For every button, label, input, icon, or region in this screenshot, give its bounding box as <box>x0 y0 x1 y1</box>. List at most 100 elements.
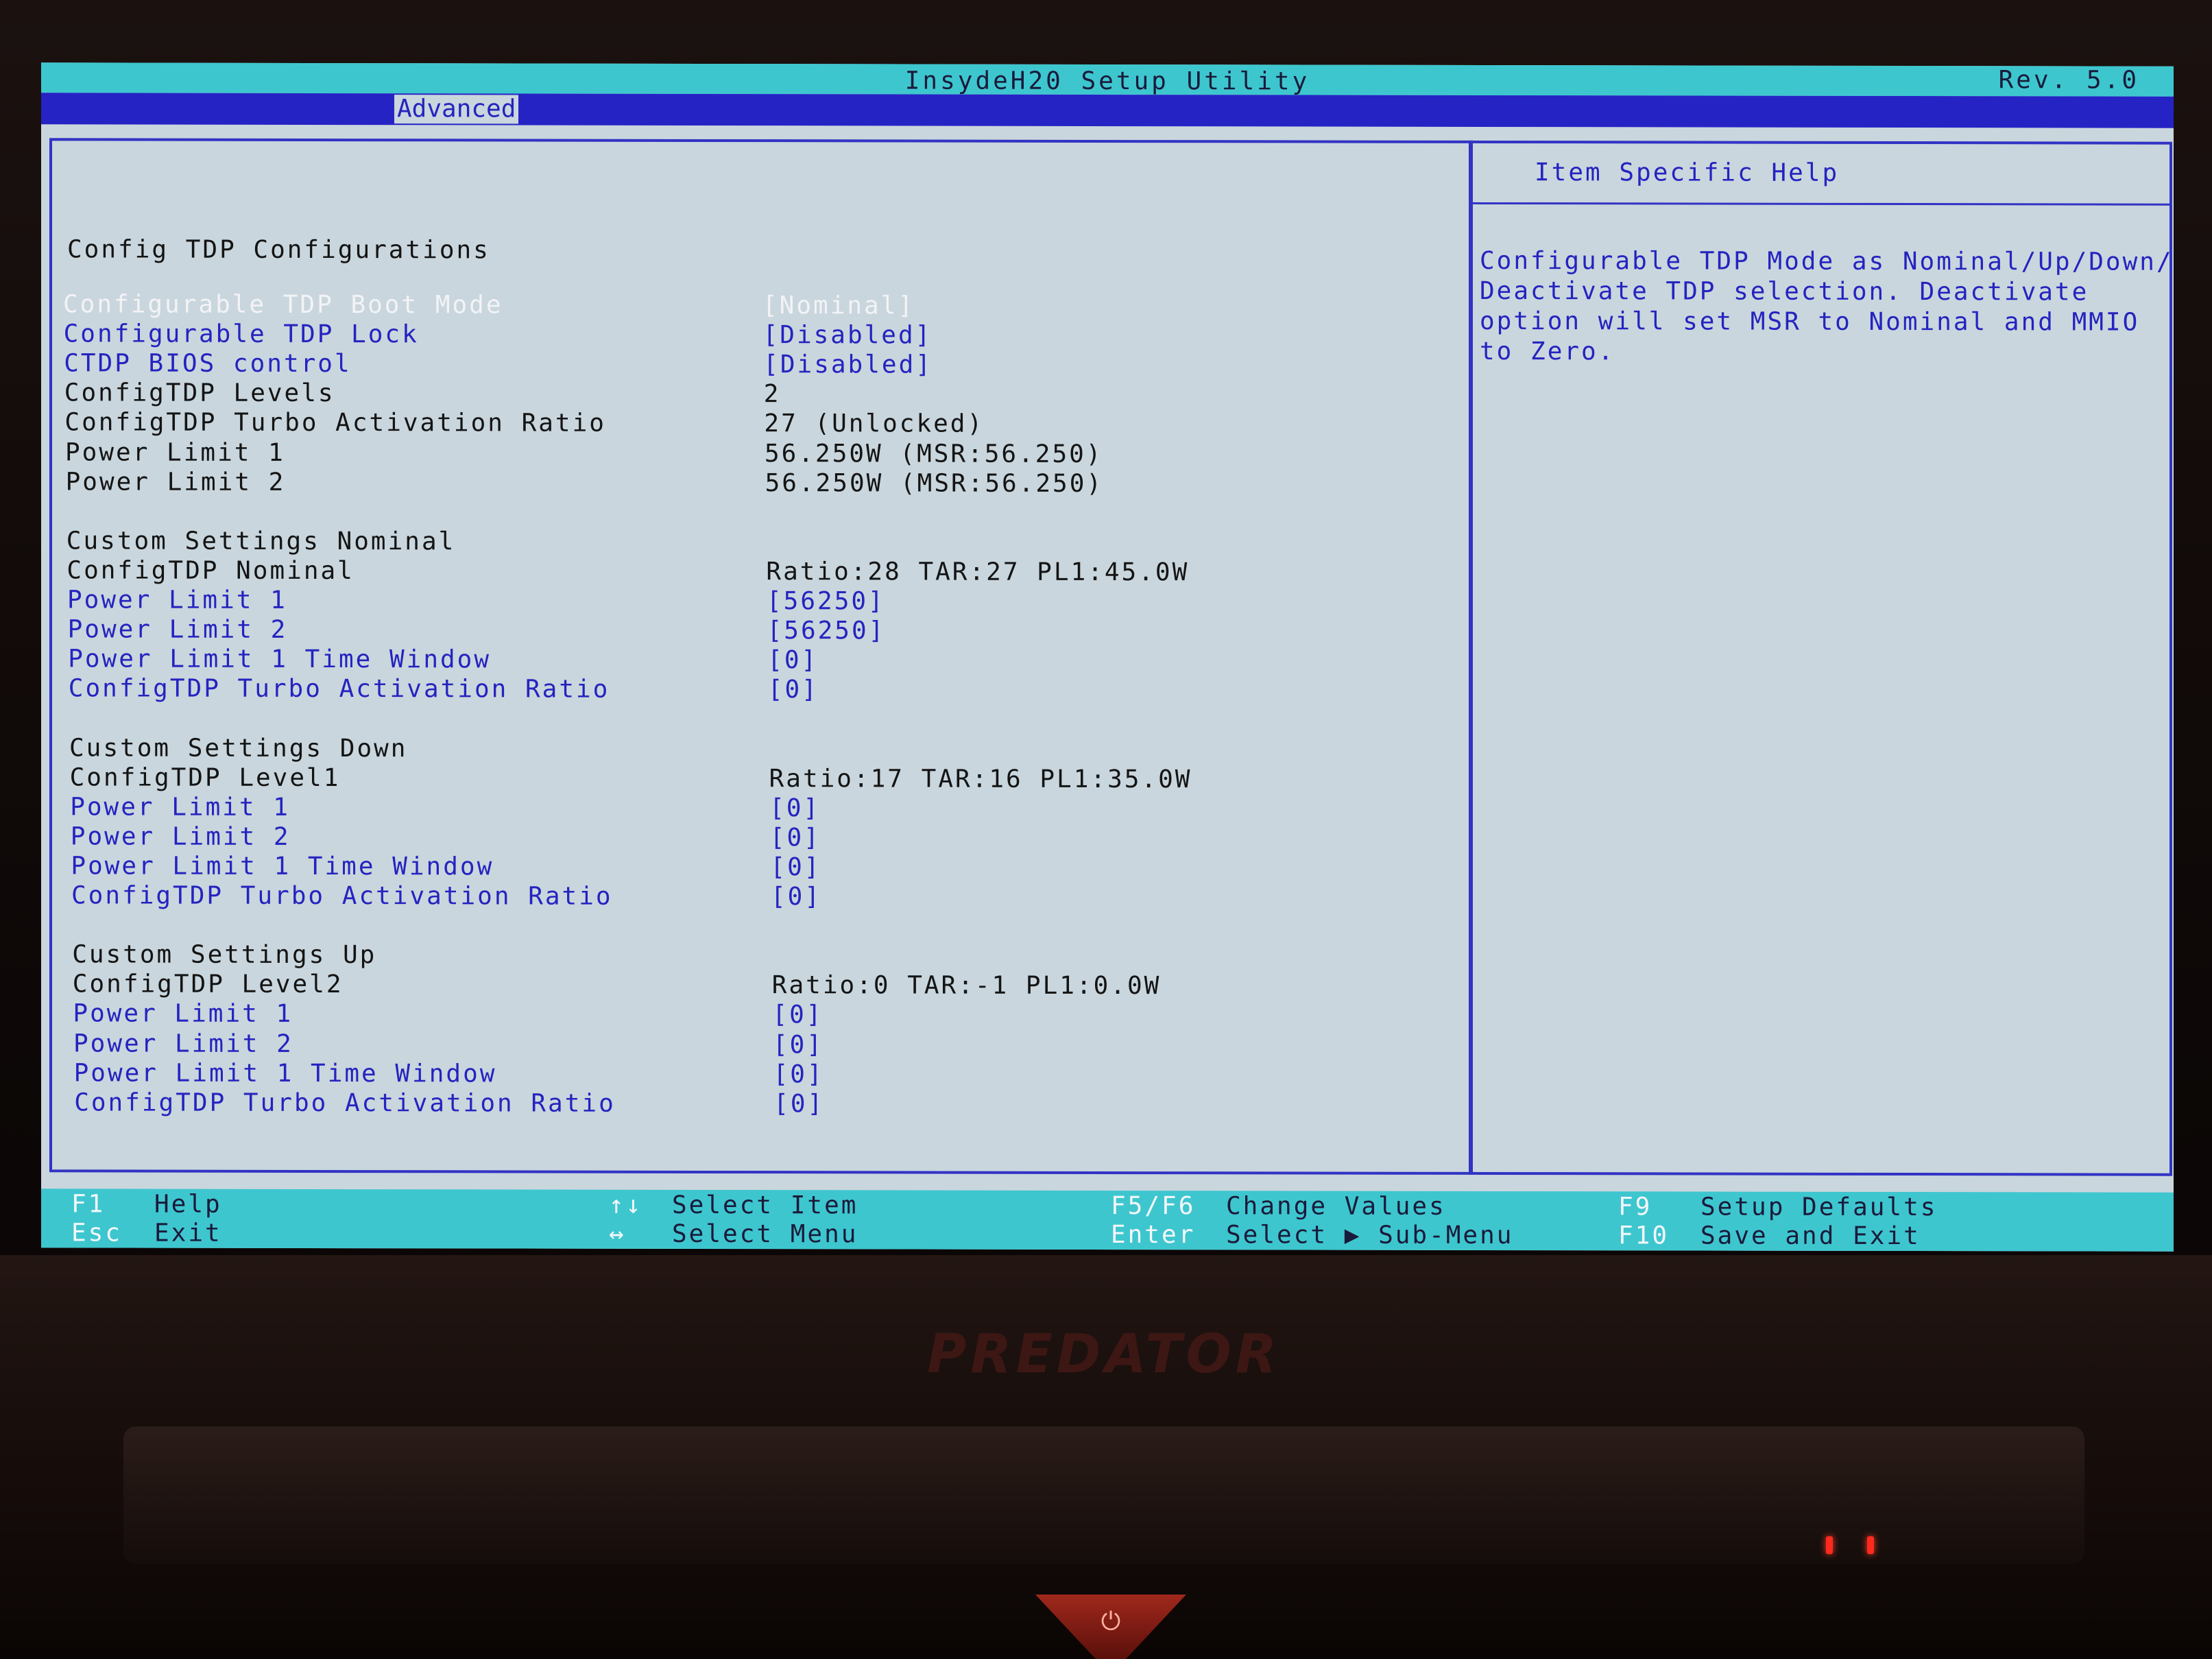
settings-row: Custom Settings Up <box>72 941 1375 973</box>
setting-value[interactable]: [0] <box>767 646 818 674</box>
f1-label: Help <box>154 1190 222 1219</box>
settings-row[interactable]: Power Limit 1 [0] <box>70 793 1373 825</box>
settings-row[interactable]: Configurable TDP Lock [Disabled] <box>64 320 1367 352</box>
settings-row[interactable]: Power Limit 1 Time Window [0] <box>74 1059 1377 1091</box>
setting-value: Ratio:17 TAR:16 PL1:35.0W <box>769 764 1192 793</box>
settings-row[interactable]: ConfigTDP Turbo Activation Ratio [0] <box>69 675 1371 707</box>
settings-row[interactable]: Power Limit 2 [0] <box>71 822 1373 855</box>
setting-value: Ratio:28 TAR:27 PL1:45.0W <box>766 558 1190 587</box>
settings-row[interactable]: Power Limit 1 Time Window [0] <box>68 645 1371 678</box>
setting-label: Power Limit 2 <box>65 467 286 497</box>
enter-key: Enter <box>1111 1221 1196 1250</box>
setting-value: 2 <box>763 380 781 409</box>
settings-panel: Config TDP Configurations Configurable T… <box>49 138 1473 1175</box>
laptop-hinge-bar <box>123 1427 2084 1564</box>
settings-row: ConfigTDP Turbo Activation Ratio 27 (Unlo… <box>64 409 1367 441</box>
settings-row[interactable]: Power Limit 1 [0] <box>73 1000 1375 1032</box>
setting-value[interactable]: [0] <box>773 1060 824 1088</box>
f5f6-key: F5/F6 <box>1111 1192 1196 1221</box>
f10-key: F10 <box>1618 1221 1670 1250</box>
help-title: Item Specific Help <box>1535 158 1840 187</box>
select-menu-label: Select Menu <box>672 1219 858 1249</box>
revision-label: Rev. 5.0 <box>1998 66 2139 95</box>
setting-label: ConfigTDP Level2 <box>72 970 344 999</box>
setting-label: Power Limit 1 <box>70 793 290 822</box>
title-bar: InsydeH20 Setup Utility Rev. 5.0 <box>41 62 2174 97</box>
setting-value[interactable]: [Disabled] <box>763 350 933 379</box>
setting-label: Power Limit 1 Time Window <box>68 645 492 674</box>
setting-label: Power Limit 1 <box>65 438 285 467</box>
setting-value[interactable]: [Nominal] <box>762 291 915 320</box>
setting-label: Configurable TDP Boot Mode <box>63 290 503 320</box>
key-legend-bar: F1 Help Esc Exit ↑↓ Select Item ↔ Select… <box>41 1189 2174 1252</box>
updown-arrows-icon: ↑↓ <box>609 1191 643 1219</box>
settings-row: Power Limit 2 56.250W (MSR:56.250) <box>66 468 1369 500</box>
esc-label: Exit <box>154 1219 222 1248</box>
f1-key: F1 <box>71 1190 106 1219</box>
setting-value: Ratio:0 TAR:-1 PL1:0.0W <box>771 971 1162 1001</box>
settings-row[interactable]: Power Limit 1 [56250] <box>67 586 1370 618</box>
setting-label: ConfigTDP Turbo Activation Ratio <box>68 674 610 704</box>
setting-label: Configurable TDP Lock <box>63 320 419 349</box>
settings-row: ConfigTDP Nominal Ratio:28 TAR:27 PL1:45.… <box>67 556 1369 588</box>
setting-value[interactable]: [56250] <box>767 617 886 645</box>
help-line: to Zero. <box>1480 337 1615 366</box>
setting-label: Power Limit 2 <box>70 822 291 851</box>
settings-row[interactable]: Power Limit 1 Time Window [0] <box>71 852 1373 884</box>
settings-row[interactable]: Power Limit 2 [56250] <box>68 615 1371 647</box>
settings-row[interactable]: ConfigTDP Turbo Activation Ratio [0] <box>74 1088 1377 1121</box>
brand-logo: PREDATOR <box>927 1324 1281 1385</box>
help-body: Configurable TDP Mode as Nominal/Up/Down… <box>1480 246 2174 368</box>
setting-value[interactable]: [0] <box>770 824 821 852</box>
setting-label: ConfigTDP Level1 <box>69 763 341 792</box>
leftright-arrows-icon: ↔ <box>609 1219 626 1248</box>
setting-label: Custom Settings Down <box>69 733 408 763</box>
setting-label: ConfigTDP Levels <box>64 379 335 408</box>
setting-label: ConfigTDP Nominal <box>67 556 354 585</box>
setup-defaults-label: Setup Defaults <box>1700 1193 1938 1222</box>
setting-value[interactable]: [0] <box>771 883 821 911</box>
setting-value: 56.250W (MSR:56.250) <box>765 468 1104 498</box>
help-panel: Item Specific Help Configurable TDP Mode… <box>1469 140 2174 1176</box>
setting-value[interactable]: [0] <box>768 676 819 704</box>
window-title: InsydeH20 Setup Utility <box>904 67 1310 96</box>
setting-label: Power Limit 1 Time Window <box>71 852 494 881</box>
setting-label: Power Limit 1 Time Window <box>73 1058 497 1088</box>
menu-bar: Advanced <box>41 93 2174 128</box>
settings-row: Power Limit 1 56.250W (MSR:56.250) <box>65 438 1368 470</box>
setting-label: ConfigTDP Turbo Activation Ratio <box>74 1088 616 1118</box>
setting-label: Power Limit 2 <box>67 615 288 645</box>
setting-label: Power Limit 1 <box>67 586 287 614</box>
select-submenu-label: Select ▶ Sub-Menu <box>1226 1221 1514 1250</box>
status-led-2 <box>1867 1536 1874 1554</box>
setting-value[interactable]: [56250] <box>767 587 885 615</box>
setting-value[interactable]: [0] <box>769 794 820 822</box>
change-values-label: Change Values <box>1226 1192 1446 1221</box>
settings-row: ConfigTDP Level1 Ratio:17 TAR:16 PL1:35.0… <box>70 763 1373 796</box>
settings-row[interactable]: ConfigTDP Turbo Activation Ratio [0] <box>71 881 1374 914</box>
setting-value[interactable]: [Disabled] <box>763 321 933 349</box>
setting-value[interactable]: [0] <box>773 1090 824 1118</box>
tab-advanced[interactable]: Advanced <box>394 95 519 124</box>
setting-value[interactable]: [0] <box>770 853 821 881</box>
power-icon: ⏻ <box>1101 1608 1121 1636</box>
setting-value: 56.250W (MSR:56.250) <box>765 439 1103 468</box>
settings-list: Configurable TDP Boot Mode [Nominal] Confi… <box>52 141 1470 1118</box>
setting-label: CTDP BIOS control <box>64 349 352 379</box>
settings-row: Custom Settings Nominal <box>67 527 1369 559</box>
section-title: Config TDP Configurations <box>67 235 490 265</box>
settings-row: ConfigTDP Levels 2 <box>64 379 1367 411</box>
setting-value: 27 (Unlocked) <box>764 409 985 439</box>
settings-row[interactable]: Power Limit 2 [0] <box>73 1029 1376 1062</box>
setting-value[interactable]: [0] <box>772 1001 823 1029</box>
setting-label: Custom Settings Up <box>72 940 377 970</box>
help-line: option will set MSR to Nominal and MMIO <box>1480 307 2140 337</box>
select-item-label: Select Item <box>672 1191 858 1220</box>
settings-row[interactable]: CTDP BIOS control [Disabled] <box>64 350 1367 382</box>
status-led-1 <box>1826 1536 1833 1554</box>
save-exit-label: Save and Exit <box>1700 1221 1921 1251</box>
settings-row: Custom Settings Down <box>69 734 1372 766</box>
settings-row[interactable]: Configurable TDP Boot Mode [Nominal] <box>63 290 1366 322</box>
setting-value[interactable]: [0] <box>773 1031 824 1059</box>
setting-label: Custom Settings Nominal <box>66 527 456 556</box>
